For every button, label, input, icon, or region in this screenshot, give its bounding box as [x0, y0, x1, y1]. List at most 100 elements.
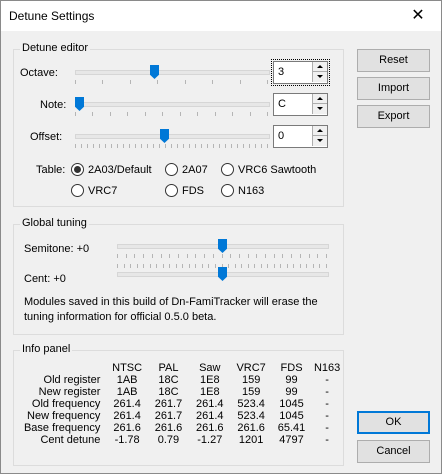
- radio-vrc6-sawtooth[interactable]: VRC6 Sawtooth: [221, 163, 316, 176]
- note-spinbox[interactable]: C: [273, 93, 328, 116]
- cent-slider-thumb[interactable]: [218, 267, 227, 281]
- info-panel-title: Info panel: [20, 343, 73, 355]
- info-cell: 1AB: [116, 374, 138, 386]
- import-button[interactable]: Import: [357, 77, 430, 100]
- slider-tick: [87, 144, 88, 148]
- info-cell: 1E8: [199, 374, 220, 386]
- offset-slider-track[interactable]: [75, 134, 270, 139]
- radio-label: VRC7: [88, 184, 118, 197]
- slider-tick: [231, 144, 232, 148]
- slider-tick: [150, 264, 151, 268]
- radio-2a07[interactable]: 2A07: [165, 163, 208, 176]
- slider-tick: [201, 144, 202, 148]
- info-cell: 523.4: [237, 398, 265, 410]
- slider-tick: [232, 112, 233, 116]
- info-cell: 261.4: [196, 398, 224, 410]
- slider-tick: [141, 144, 142, 148]
- info-row: Old frequency 261.4 261.7 261.4 523.4 1045 -: [20, 398, 343, 410]
- slider-tick: [169, 254, 170, 258]
- slider-tick: [208, 264, 209, 268]
- info-row-label: Base frequency: [23, 422, 101, 434]
- slider-tick: [183, 144, 184, 148]
- info-cell: 261.4: [113, 410, 141, 422]
- info-row: New register 1AB 18C 1E8 159 99 -: [20, 386, 343, 398]
- info-cell: 99: [285, 386, 298, 398]
- radio-2a03-default[interactable]: 2A03/Default: [71, 163, 152, 176]
- offset-up-button[interactable]: [312, 126, 327, 136]
- slider-tick: [127, 112, 128, 116]
- radio-vrc7[interactable]: VRC7: [71, 184, 117, 197]
- note-label: Note:: [40, 99, 67, 111]
- semitone-slider-thumb[interactable]: [218, 239, 227, 253]
- slider-tick: [261, 264, 262, 268]
- octave-slider-ticks: [75, 80, 268, 84]
- octave-down-button[interactable]: [312, 72, 327, 82]
- slider-tick: [267, 264, 268, 268]
- slider-tick: [300, 254, 301, 258]
- slider-tick: [189, 144, 190, 148]
- radio-fds[interactable]: FDS: [165, 184, 204, 197]
- info-row: Base frequency 261.6 261.6 261.6 261.6 65.41 -: [20, 422, 343, 434]
- info-cell: 99: [285, 374, 298, 386]
- slider-tick: [143, 264, 144, 268]
- info-cell: 159: [241, 374, 261, 386]
- offset-down-button[interactable]: [312, 136, 327, 146]
- octave-value: 3: [278, 66, 285, 78]
- table-label: Table:: [36, 164, 66, 176]
- slider-tick: [212, 80, 213, 84]
- slider-tick: [124, 264, 125, 268]
- slider-tick: [215, 112, 216, 116]
- slider-tick: [105, 144, 106, 148]
- slider-tick: [300, 264, 301, 268]
- cancel-button[interactable]: Cancel: [357, 440, 430, 463]
- slider-tick: [185, 80, 186, 84]
- offset-spinbox[interactable]: 0: [273, 125, 328, 148]
- slider-tick: [204, 254, 205, 258]
- octave-slider-track[interactable]: [75, 70, 270, 75]
- slider-tick: [110, 112, 111, 116]
- octave-spinbox[interactable]: 3: [273, 61, 328, 84]
- note-slider-thumb[interactable]: [75, 97, 84, 111]
- note-up-button[interactable]: [312, 94, 327, 104]
- slider-tick: [117, 144, 118, 148]
- close-icon[interactable]: ✕: [395, 1, 441, 31]
- slider-tick: [152, 254, 153, 258]
- slider-tick: [213, 144, 214, 148]
- arrow-up-icon: [317, 65, 323, 68]
- note-slider-ticks: [75, 112, 268, 116]
- slider-tick: [130, 264, 131, 268]
- info-row-label: Cent detune: [40, 434, 101, 446]
- slider-tick: [237, 144, 238, 148]
- ok-button[interactable]: OK: [357, 411, 430, 434]
- offset-slider-thumb[interactable]: [160, 129, 169, 143]
- slider-tick: [182, 264, 183, 268]
- note-down-button[interactable]: [312, 104, 327, 114]
- slider-tick: [248, 264, 249, 268]
- radio-n163[interactable]: N163: [221, 184, 264, 197]
- info-cell: 261.4: [196, 410, 224, 422]
- slider-tick: [165, 144, 166, 148]
- slider-tick: [228, 264, 229, 268]
- arrow-down-icon: [317, 139, 323, 142]
- slider-tick: [137, 264, 138, 268]
- radio-button-icon: [165, 184, 178, 197]
- col-header-ntsc: NTSC: [112, 362, 143, 374]
- slider-tick: [317, 254, 318, 258]
- reset-button[interactable]: Reset: [357, 49, 430, 72]
- note-slider-track[interactable]: [75, 102, 270, 107]
- octave-label: Octave:: [20, 67, 58, 79]
- arrow-up-icon: [317, 97, 323, 100]
- octave-slider-thumb[interactable]: [150, 65, 159, 79]
- info-row-label: New frequency: [27, 410, 101, 422]
- dialog-window: Detune Settings ✕ Detune editor Octave: …: [0, 0, 442, 474]
- info-cell: 261.4: [113, 398, 141, 410]
- octave-up-button[interactable]: [312, 62, 327, 72]
- slider-tick: [215, 264, 216, 268]
- slider-tick: [159, 144, 160, 148]
- radio-label: N163: [238, 184, 265, 197]
- slider-tick: [156, 264, 157, 268]
- export-button[interactable]: Export: [357, 105, 430, 128]
- offset-value: 0: [278, 130, 285, 142]
- slider-tick: [202, 264, 203, 268]
- cent-label: Cent: +0: [24, 273, 66, 285]
